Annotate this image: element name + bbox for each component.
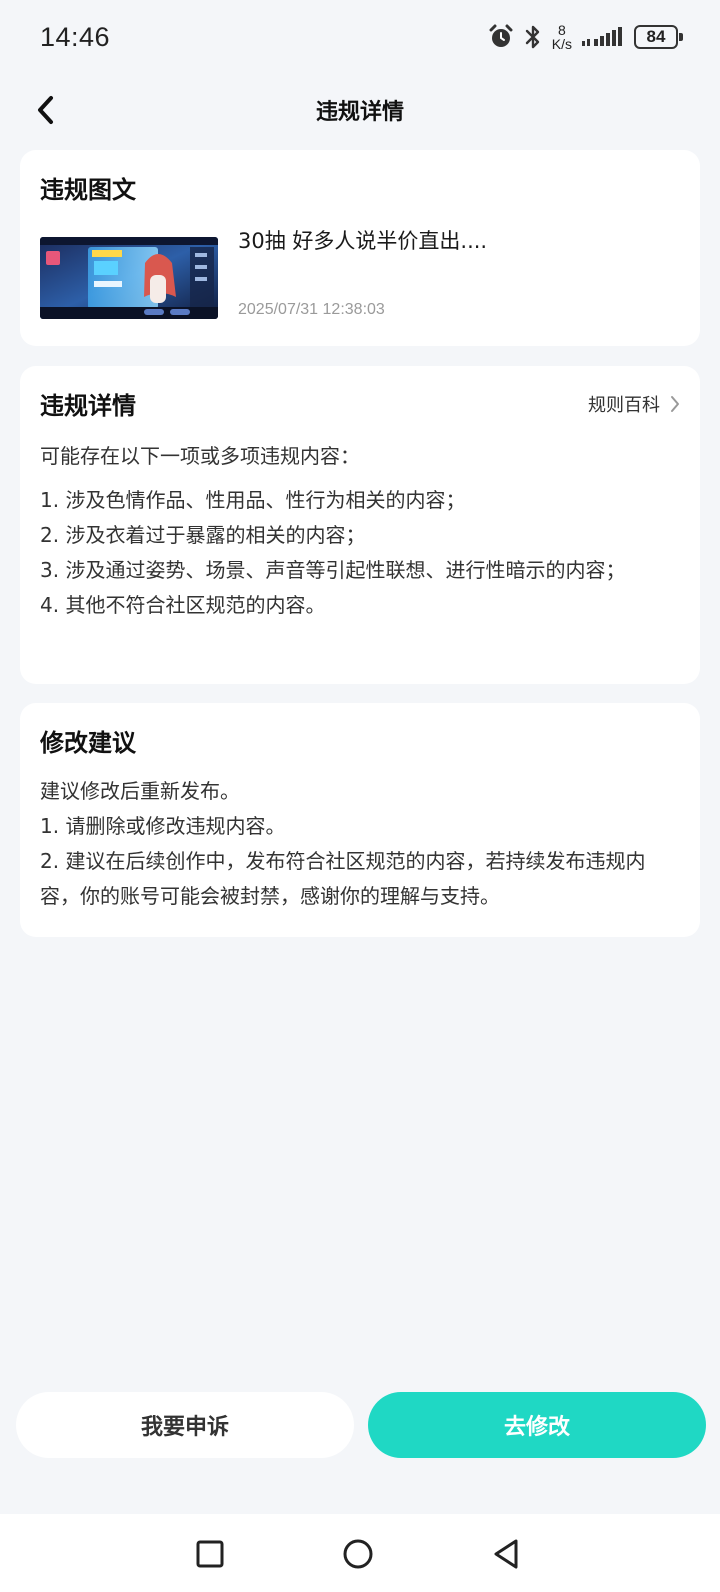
suggestion-line: 建议修改后重新发布。 <box>40 779 240 803</box>
signal-icon <box>582 27 622 46</box>
status-icons: 8 K/s 84 <box>488 23 683 51</box>
post-text: 30抽 好多人说半价直出.... <box>238 229 488 253</box>
chevron-left-icon <box>38 96 53 124</box>
suggestion-body: 建议修改后重新发布。 1. 请删除或修改违规内容。 2. 建议在后续创作中，发布… <box>40 774 680 914</box>
violation-item: 1. 涉及色情作品、性用品、性行为相关的内容； <box>40 488 466 512</box>
post-info: 30抽 好多人说半价直出.... 2025/07/31 12:38:03 <box>238 223 487 319</box>
rules-encyclopedia-link[interactable]: 规则百科 <box>588 391 680 417</box>
violation-item: 2. 涉及衣着过于暴露的相关的内容； <box>40 523 366 547</box>
net-speed-unit: K/s <box>551 36 572 52</box>
system-nav-bar <box>0 1514 720 1592</box>
status-bar: 14:46 8 K/s 84 <box>0 0 720 74</box>
network-speed: 8 K/s <box>552 23 572 51</box>
violation-list: 1. 涉及色情作品、性用品、性行为相关的内容； 2. 涉及衣着过于暴露的相关的内… <box>40 483 680 623</box>
violation-item: 3. 涉及通过姿势、场景、声音等引起性联想、进行性暗示的内容； <box>40 558 626 582</box>
back-nav-button[interactable] <box>486 1534 526 1574</box>
detail-intro: 可能存在以下一项或多项违规内容： <box>40 444 360 468</box>
edit-button[interactable]: 去修改 <box>368 1392 706 1458</box>
battery-icon: 84 <box>634 25 683 49</box>
violation-detail-card: 违规详情 规则百科 可能存在以下一项或多项违规内容： 1. 涉及色情作品、性用品… <box>20 366 700 684</box>
post-card-title: 违规图文 <box>40 176 136 204</box>
status-time: 14:46 <box>40 21 111 52</box>
post-thumbnail[interactable] <box>40 237 218 319</box>
detail-card-title: 违规详情 <box>40 392 136 420</box>
violating-post-card: 违规图文 30抽 好多人说半价直出.... 2025/07/31 12:38:0… <box>20 150 700 346</box>
home-button[interactable] <box>338 1534 378 1574</box>
bluetooth-icon <box>525 25 539 49</box>
rules-link-label: 规则百科 <box>588 394 660 416</box>
suggestion-line: 1. 请删除或修改违规内容。 <box>40 814 286 838</box>
triangle-back-icon <box>494 1539 518 1569</box>
violation-item: 4. 其他不符合社区规范的内容。 <box>40 593 326 617</box>
detail-header: 违规详情 规则百科 <box>40 386 680 421</box>
recent-apps-button[interactable] <box>190 1534 230 1574</box>
circle-icon <box>343 1539 373 1569</box>
suggestion-line: 2. 建议在后续创作中，发布符合社区规范的内容，若持续发布违规内容，你的账号可能… <box>40 849 646 908</box>
post-time: 2025/07/31 12:38:03 <box>238 301 385 318</box>
page-title: 违规详情 <box>315 100 404 125</box>
net-speed-value: 8 <box>557 22 566 38</box>
battery-level: 84 <box>646 27 666 46</box>
appeal-button[interactable]: 我要申诉 <box>16 1392 354 1458</box>
nav-header: 违规详情 <box>0 74 720 146</box>
suggestion-card: 修改建议 建议修改后重新发布。 1. 请删除或修改违规内容。 2. 建议在后续创… <box>20 703 700 937</box>
chevron-right-icon <box>671 395 679 412</box>
post-row[interactable]: 30抽 好多人说半价直出.... 2025/07/31 12:38:03 <box>40 223 680 319</box>
alarm-icon <box>489 24 513 47</box>
square-icon <box>196 1540 224 1568</box>
suggestion-card-title: 修改建议 <box>40 729 136 757</box>
back-button[interactable] <box>26 90 66 130</box>
